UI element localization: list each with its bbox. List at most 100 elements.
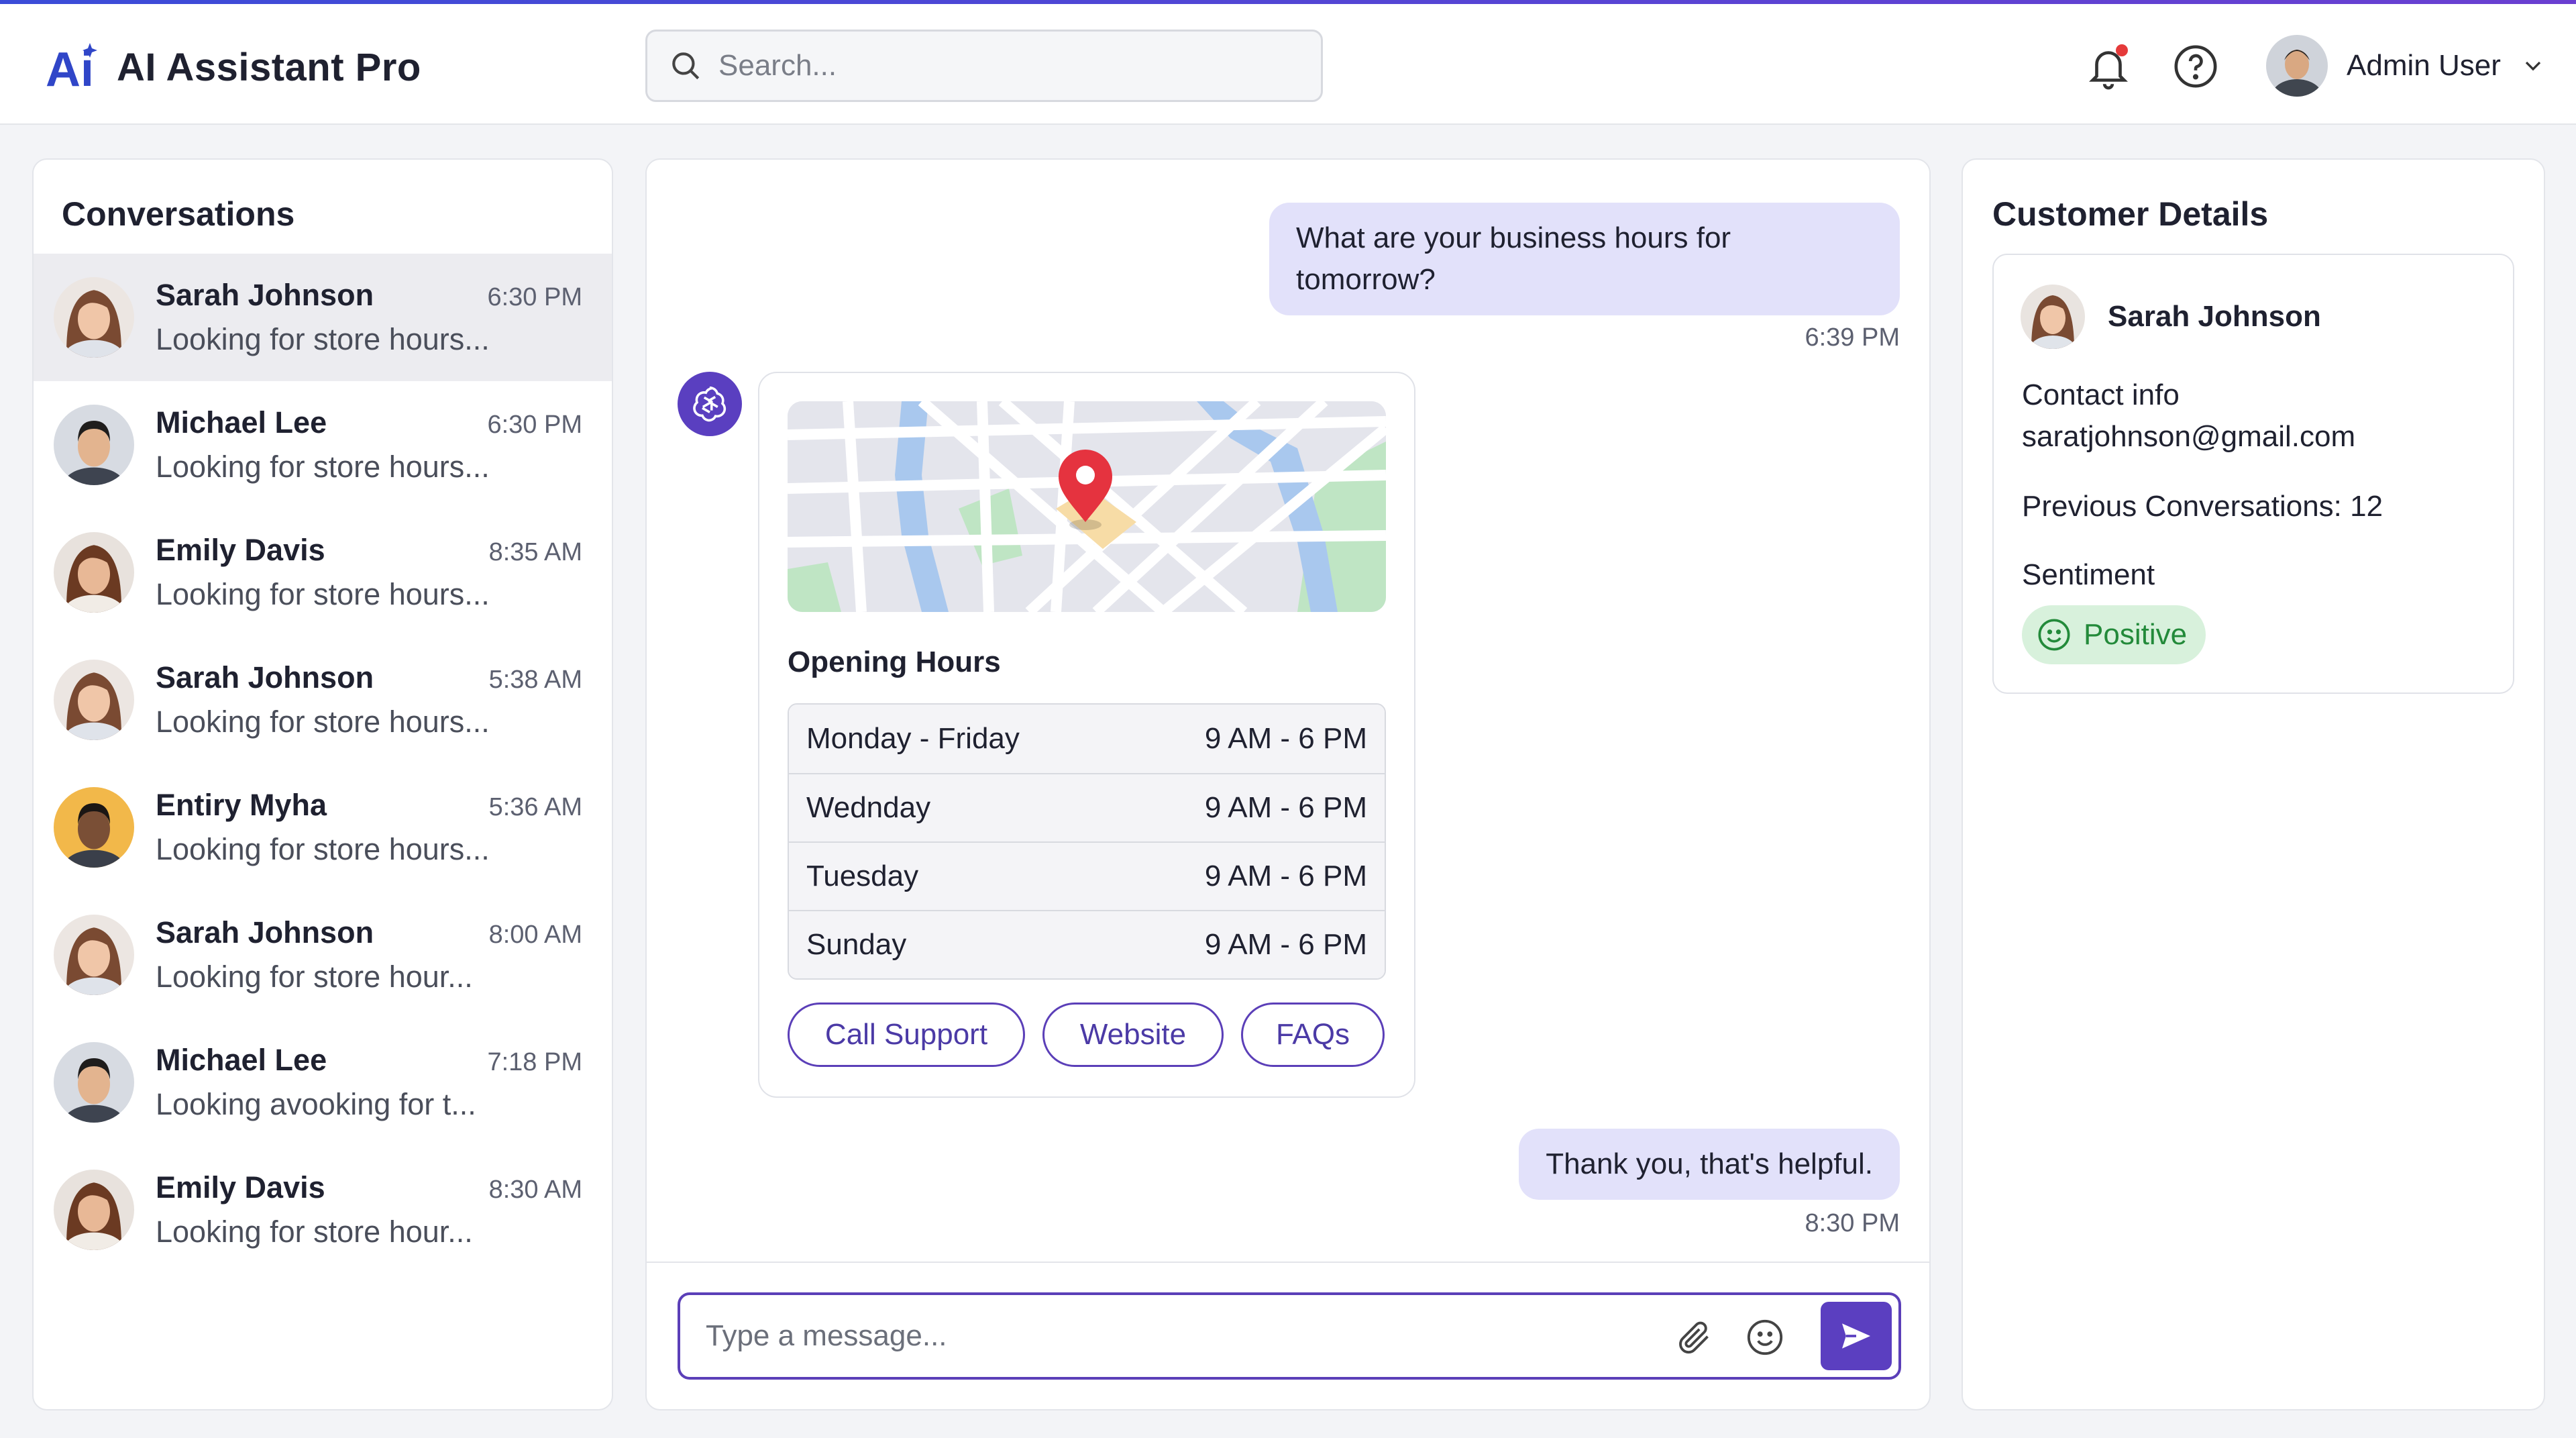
emoji-icon[interactable] bbox=[1746, 1318, 1784, 1357]
conversation-name: Sarah Johnson bbox=[156, 660, 374, 695]
website-button[interactable]: Website bbox=[1042, 1003, 1224, 1067]
message-timestamp: 8:30 PM bbox=[1805, 1209, 1900, 1237]
hours-row: Monday - Friday 9 AM - 6 PM bbox=[789, 705, 1385, 773]
conversation-name: Emily Davis bbox=[156, 533, 325, 567]
composer-divider bbox=[647, 1262, 1929, 1263]
conversation-name: Sarah Johnson bbox=[156, 278, 374, 312]
paperclip-icon[interactable] bbox=[1674, 1318, 1713, 1357]
app-title: AI Assistant Pro bbox=[117, 45, 421, 89]
user-menu[interactable]: Admin User bbox=[2266, 35, 2546, 97]
conversation-time: 6:30 PM bbox=[487, 283, 582, 311]
hours-day: Wednday bbox=[806, 791, 931, 824]
conversation-item[interactable]: Emily Davis 8:30 AM Looking for store hour… bbox=[34, 1146, 612, 1274]
hours-row: Sunday 9 AM - 6 PM bbox=[789, 910, 1385, 978]
send-icon bbox=[1842, 1323, 1870, 1349]
search-icon bbox=[672, 52, 700, 80]
customer-email[interactable]: saratjohnson@gmail.com bbox=[2022, 420, 2355, 454]
call-support-button[interactable]: Call Support bbox=[788, 1003, 1025, 1067]
conversation-item[interactable]: Michael Lee 6:30 PM Looking for store hour… bbox=[34, 381, 612, 509]
admin-user-name: Admin User bbox=[2347, 49, 2501, 82]
conversation-time: 7:18 PM bbox=[487, 1048, 582, 1076]
chat-panel: What are your business hours for tomorro… bbox=[645, 158, 1931, 1410]
hours-time: 9 AM - 6 PM bbox=[1204, 791, 1367, 824]
conversation-name: Sarah Johnson bbox=[156, 915, 374, 949]
contact-info-label: Contact info bbox=[2022, 378, 2180, 411]
hours-time: 9 AM - 6 PM bbox=[1204, 860, 1367, 892]
conversation-avatar bbox=[54, 532, 134, 613]
conversation-name: Emily Davis bbox=[156, 1170, 325, 1204]
ai-logo-icon: Ai bbox=[46, 39, 102, 97]
notification-button[interactable] bbox=[2085, 43, 2132, 90]
customer-avatar bbox=[2021, 285, 2085, 349]
conversation-time: 8:30 AM bbox=[488, 1176, 582, 1204]
app-logo[interactable]: Ai AI Assistant Pro bbox=[46, 39, 421, 97]
hours-row: Wednday 9 AM - 6 PM bbox=[789, 773, 1385, 841]
customer-name: Sarah Johnson bbox=[2108, 300, 2321, 333]
customer-details-panel: Customer Details Sarah Johnson Contact i… bbox=[1962, 158, 2545, 1410]
store-map[interactable] bbox=[788, 401, 1386, 612]
send-button[interactable] bbox=[1821, 1302, 1892, 1370]
user-message-line: What are your business hours for bbox=[1296, 221, 1731, 254]
conversation-preview: Looking for store hours... bbox=[156, 705, 490, 739]
conversation-avatar bbox=[54, 405, 134, 485]
sentiment-label: Sentiment bbox=[2022, 558, 2155, 591]
opening-hours-table: Monday - Friday 9 AM - 6 PM Wednday 9 AM - … bbox=[788, 703, 1386, 980]
help-icon bbox=[2174, 45, 2217, 88]
conversation-name: Entiry Myha bbox=[156, 788, 327, 822]
conversation-name: Michael Lee bbox=[156, 1043, 327, 1077]
customer-card: Sarah Johnson Contact info saratjohnson@… bbox=[1992, 254, 2514, 694]
smile-icon bbox=[2038, 619, 2070, 651]
admin-avatar bbox=[2266, 35, 2328, 97]
hours-row: Tuesday 9 AM - 6 PM bbox=[789, 841, 1385, 910]
bot-avatar bbox=[678, 372, 742, 436]
help-button[interactable] bbox=[2172, 43, 2219, 90]
hours-time: 9 AM - 6 PM bbox=[1204, 928, 1367, 961]
user-message-bubble: What are your business hours for tomorro… bbox=[1269, 203, 1900, 315]
hours-day: Tuesday bbox=[806, 860, 919, 892]
conversation-time: 8:00 AM bbox=[488, 921, 582, 949]
conversation-name: Michael Lee bbox=[156, 405, 327, 440]
opening-hours-title: Opening Hours bbox=[788, 646, 1001, 678]
user-message-bubble: Thank you, that's helpful. bbox=[1519, 1129, 1900, 1200]
conversations-panel: Conversations Sarah Johnson 6:30 PM Lookin… bbox=[32, 158, 613, 1410]
conversation-preview: Looking for store hours... bbox=[156, 450, 490, 484]
search-input[interactable] bbox=[718, 49, 1295, 83]
map-image bbox=[788, 401, 1386, 612]
conversation-preview: Looking for store hours... bbox=[156, 577, 490, 611]
bot-response-card: Opening Hours Monday - Friday 9 AM - 6 PM… bbox=[758, 372, 1415, 1098]
conversation-preview: Looking for store hours... bbox=[156, 322, 490, 356]
chevron-down-icon bbox=[2525, 61, 2541, 71]
previous-conversations: Previous Conversations: 12 bbox=[2022, 490, 2383, 523]
bot-logo-icon bbox=[693, 387, 727, 422]
conversations-title: Conversations bbox=[62, 195, 295, 233]
conversation-item[interactable]: Sarah Johnson 8:00 AM Looking for store ho… bbox=[34, 891, 612, 1019]
conversation-item[interactable]: Entiry Myha 5:36 AM Looking for store hour… bbox=[34, 764, 612, 891]
user-message-line: tomorrow? bbox=[1296, 263, 1436, 296]
customer-details-title: Customer Details bbox=[1992, 195, 2269, 233]
conversation-list: Sarah Johnson 6:30 PM Looking for store ho… bbox=[34, 254, 612, 1274]
conversation-avatar bbox=[54, 915, 134, 995]
conversation-item[interactable]: Emily Davis 8:35 AM Looking for store hour… bbox=[34, 509, 612, 636]
message-input[interactable] bbox=[706, 1319, 1658, 1353]
faqs-button[interactable]: FAQs bbox=[1241, 1003, 1385, 1067]
conversation-preview: Looking avooking for t... bbox=[156, 1087, 476, 1121]
conversation-time: 5:38 AM bbox=[488, 666, 582, 694]
hours-day: Monday - Friday bbox=[806, 722, 1020, 755]
conversation-preview: Looking for store hour... bbox=[156, 960, 473, 994]
search-bar[interactable] bbox=[645, 30, 1323, 102]
hours-day: Sunday bbox=[806, 928, 907, 961]
conversation-preview: Looking for store hour... bbox=[156, 1215, 473, 1249]
hours-time: 9 AM - 6 PM bbox=[1204, 722, 1367, 755]
conversation-item[interactable]: Sarah Johnson 5:38 AM Looking for store ho… bbox=[34, 636, 612, 764]
conversation-time: 6:30 PM bbox=[487, 411, 582, 439]
conversation-avatar bbox=[54, 1170, 134, 1250]
conversation-avatar bbox=[54, 660, 134, 740]
message-composer bbox=[678, 1292, 1901, 1380]
conversation-item[interactable]: Sarah Johnson 6:30 PM Looking for store ho… bbox=[34, 254, 612, 381]
conversation-preview: Looking for store hours... bbox=[156, 832, 490, 866]
conversation-time: 5:36 AM bbox=[488, 793, 582, 821]
conversation-avatar bbox=[54, 1042, 134, 1123]
message-timestamp: 6:39 PM bbox=[1805, 323, 1900, 352]
conversation-item[interactable]: Michael Lee 7:18 PM Looking avooking for t… bbox=[34, 1019, 612, 1146]
conversation-avatar bbox=[54, 787, 134, 868]
